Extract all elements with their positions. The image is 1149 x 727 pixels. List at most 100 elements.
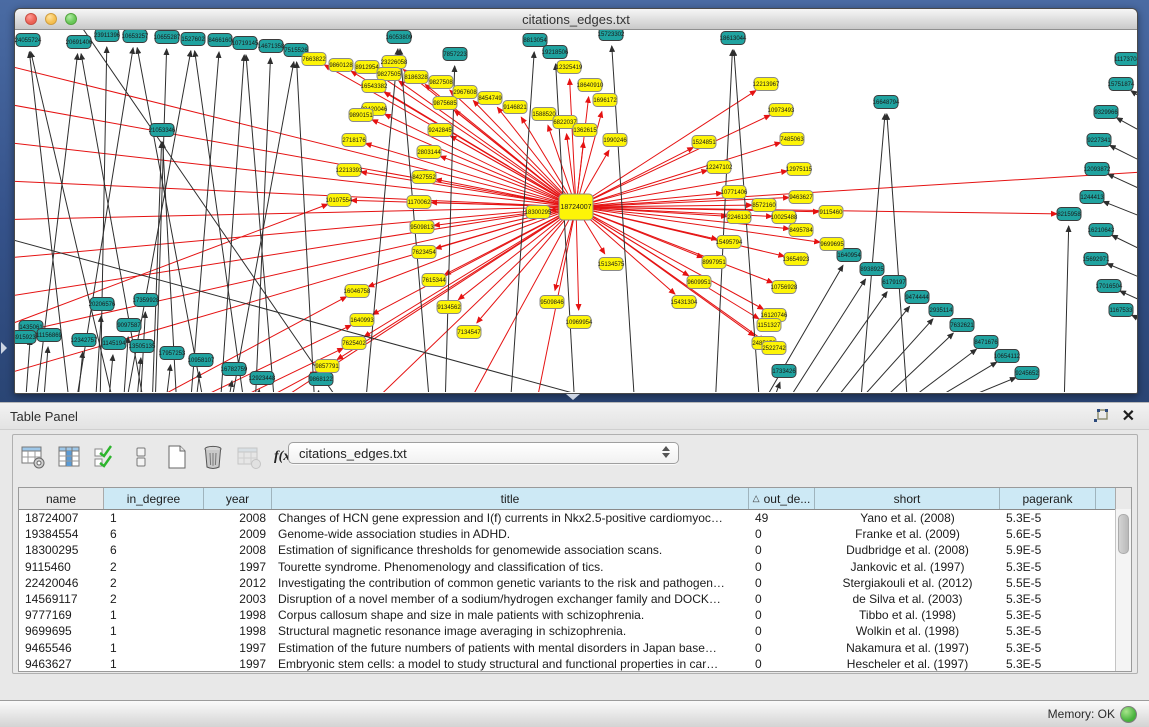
graph-edge [1131,91,1137,120]
table-cell: Investigating the contribution of common… [272,576,749,590]
graph-node-label: 11156869 [36,333,62,339]
column-header-in_degree[interactable]: in_degree [104,488,204,509]
table-select-dropdown[interactable]: citations_edges.txt [288,442,679,464]
table-cell: 5.3E-5 [1000,641,1096,655]
graph-node-label: 23226058 [381,60,408,66]
graph-node-label: 8938925 [860,267,884,273]
graph-node-label: 9463627 [789,195,813,201]
table-cell: 5.9E-5 [1000,543,1096,557]
graph-node-label: 9474444 [905,295,929,301]
graph-node-label: 8572160 [752,203,776,209]
graph-node-label: 9242845 [428,128,452,134]
network-view-window[interactable]: citations_edges.txt 24055724206914062391… [14,8,1138,394]
table-cell: 9463627 [19,657,104,671]
graph-edge [43,347,48,392]
column-header-year[interactable]: year [204,488,272,509]
graph-edge [195,51,245,392]
close-panel-icon[interactable]: ✕ [1122,406,1135,426]
column-header-title[interactable]: title [272,488,749,509]
graph-edge [15,207,576,260]
delete-table-icon[interactable] [199,444,226,471]
graph-node-label: 10958107 [188,358,215,364]
column-header-short[interactable]: short [815,488,1000,509]
graph-edge [860,114,885,392]
table-row[interactable]: 946362711997Embryonic stem cells: a mode… [19,656,1131,672]
float-window-icon[interactable] [1093,408,1109,424]
graph-node-label: 18300295 [525,210,552,216]
graph-node-label: 2803144 [417,150,441,156]
network-canvas[interactable]: 2405572420691406239113961065325710655287… [15,30,1137,392]
table-row[interactable]: 946554611997Estimation of the future num… [19,640,1131,656]
graph-node-label: 12342757 [71,338,98,344]
memory-ok-indicator[interactable] [1120,706,1137,723]
graph-node-label: 12213393 [336,168,363,174]
graph-edge [770,382,780,392]
table-row[interactable]: 1938455462009Genome-wide association stu… [19,526,1131,542]
graph-node-label: 15751874 [1108,82,1135,88]
graph-node-label: 9329966 [1094,110,1118,116]
graph-node-label: 10025488 [771,215,798,221]
table-cell: Estimation of significance thresholds fo… [272,543,749,557]
table-cell: 0 [749,543,815,557]
graph-node-label: 1640993 [350,318,374,324]
scrollbar-thumb[interactable] [1118,514,1129,554]
column-chooser-icon[interactable] [55,444,82,471]
table-cell: Changes of HCN gene expression and I(f) … [272,511,749,525]
graph-node-label: 2718176 [342,138,366,144]
table-cell: Yano et al. (2008) [815,511,1000,525]
table-cell: 1997 [204,657,272,671]
table-toolbar: f(x) [19,439,298,475]
graph-svg[interactable]: 2405572420691406239113961065325710655287… [15,30,1137,392]
vertical-scrollbar[interactable] [1115,509,1131,671]
graph-node-label: 12975115 [786,167,813,173]
table-row[interactable]: 977716911998Corpus callosum shape and si… [19,607,1131,623]
import-table-icon[interactable] [235,444,262,471]
graph-node-label: 7625402 [342,341,366,347]
table-cell: 0 [749,641,815,655]
row-height-icon[interactable] [127,444,154,471]
left-panel-grip-icon[interactable] [1,342,7,354]
table-cell: 2012 [204,576,272,590]
network-desktop: citations_edges.txt 24055724206914062391… [0,0,1149,402]
table-cell: 5.3E-5 [1000,560,1096,574]
table-row[interactable]: 1830029562008Estimation of significance … [19,542,1131,558]
graph-node-label: 9868122 [309,377,333,383]
graph-node-label: 7134547 [457,330,481,336]
graph-node-label: 16046758 [344,289,371,295]
column-header-pagerank[interactable]: pagerank [1000,488,1096,509]
graph-edge [570,79,576,207]
graph-node-label: 23911396 [94,33,121,39]
graph-node-label: 15723302 [598,32,625,38]
graph-node-label: 18613044 [720,36,747,42]
table-cell: 0 [749,657,815,671]
graph-node-label: 1588520 [532,112,556,118]
column-header-name[interactable]: name [19,488,104,509]
table-row[interactable]: 969969511998Structural magnetic resonanc… [19,623,1131,639]
table-row[interactable]: 1456911722003Disruption of a novel membe… [19,591,1131,607]
table-cell: 2 [104,592,204,606]
table-cell: 14569117 [19,592,104,606]
table-cell: 18724007 [19,511,104,525]
graph-node-label: 16543382 [361,84,388,90]
row-selection-mode-icon[interactable] [91,444,118,471]
table-settings-icon[interactable] [19,444,46,471]
table-cell: Wolkin et al. (1998) [815,624,1000,638]
panel-divider-grip-icon[interactable] [566,394,580,400]
table-cell: de Silva et al. (2003) [815,592,1000,606]
graph-node-label: 1362615 [573,128,597,134]
graph-node-label: 9227341 [1087,138,1111,144]
graph-node-label: 20206576 [89,302,116,308]
graph-edge [1117,118,1137,150]
graph-node-label: 8427552 [412,175,436,181]
window-titlebar[interactable]: citations_edges.txt [15,9,1137,30]
graph-node-label: 8912954 [355,65,379,71]
table-row[interactable]: 911546021997Tourette syndrome. Phenomeno… [19,559,1131,575]
table-row[interactable]: 1872400712008Changes of HCN gene express… [19,510,1131,526]
new-table-icon[interactable] [163,444,190,471]
table-cell: 5.5E-5 [1000,576,1096,590]
graph-node-label: 15134575 [598,262,625,268]
column-header-out_de[interactable]: △out_de... [749,488,815,509]
table-row[interactable]: 2242004622012Investigating the contribut… [19,575,1131,591]
graph-node-label: 21053346 [149,128,176,134]
graph-node-label: 8813054 [523,38,547,44]
